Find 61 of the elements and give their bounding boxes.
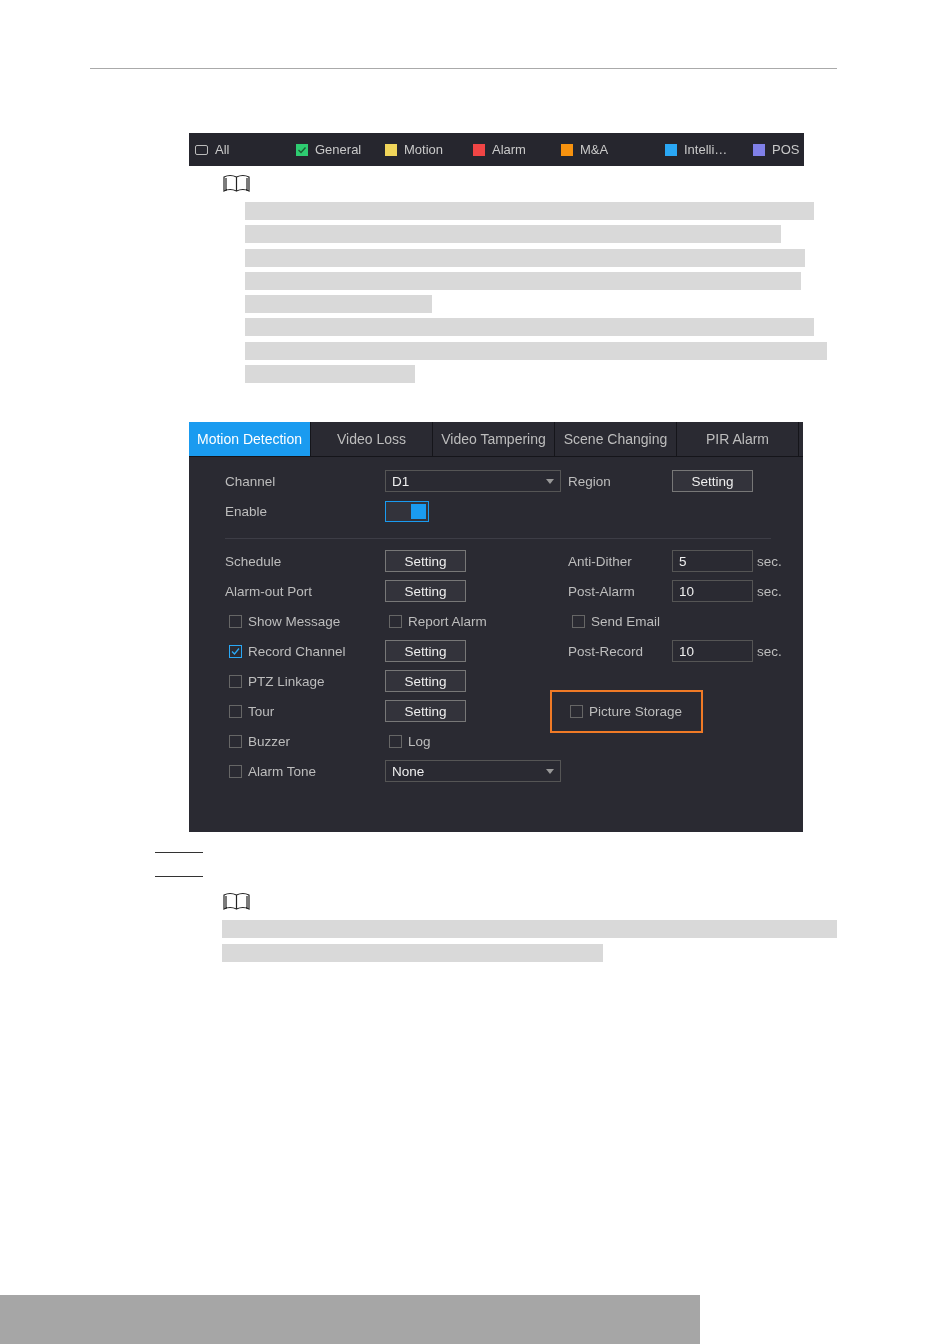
checkbox[interactable] [229, 614, 242, 628]
unit-label: sec. [757, 643, 782, 659]
checkbox-label: Record Channel [248, 643, 346, 659]
input-field[interactable]: 5 [672, 550, 753, 573]
color-swatch[interactable] [561, 143, 573, 156]
checkbox[interactable] [229, 734, 242, 748]
color-swatch[interactable] [385, 143, 397, 156]
checkbox[interactable] [572, 614, 585, 628]
field-label: Channel [225, 473, 277, 489]
color-swatch[interactable] [473, 143, 485, 156]
legend-label: POS [772, 142, 800, 157]
toggle-switch[interactable] [385, 500, 429, 522]
setting-button[interactable]: Setting [672, 470, 753, 493]
checkbox-label: Log [408, 733, 431, 749]
dropdown[interactable]: D1 [385, 470, 561, 493]
checkbox-label: Report Alarm [408, 613, 487, 629]
unit-label: sec. [757, 583, 782, 599]
checkbox-label: Picture Storage [589, 703, 683, 719]
setting-button[interactable]: Setting [385, 670, 466, 693]
color-swatch[interactable] [296, 143, 308, 156]
checkbox-label: Show Message [248, 613, 341, 629]
field-label: Region [568, 473, 612, 489]
legend-label: Motion [404, 142, 444, 157]
field-label: Post-Alarm [568, 583, 636, 599]
setting-button[interactable]: Setting [385, 550, 466, 573]
book-icon [222, 892, 251, 912]
legend-label: M&A [580, 142, 609, 157]
checkbox[interactable] [229, 704, 242, 718]
field-label: Enable [225, 503, 269, 519]
checkbox[interactable] [389, 614, 402, 628]
field-label: Post-Record [568, 643, 645, 659]
color-swatch[interactable] [753, 143, 765, 156]
input-field[interactable]: 10 [672, 640, 753, 663]
field-label: Schedule [225, 553, 283, 569]
checkbox[interactable] [229, 674, 242, 688]
dropdown[interactable]: None [385, 760, 561, 783]
caret-icon [546, 768, 554, 774]
legend-label: Alarm [492, 142, 526, 157]
checkbox[interactable] [229, 764, 242, 778]
setting-button[interactable]: Setting [385, 700, 466, 723]
field-label: Alarm-out Port [225, 583, 314, 599]
checkbox-label: Buzzer [248, 733, 291, 749]
setting-button[interactable]: Setting [385, 580, 466, 603]
input-field[interactable]: 10 [672, 580, 753, 603]
checkbox[interactable] [229, 644, 242, 658]
checkbox-label: PTZ Linkage [248, 673, 325, 689]
book-icon [222, 174, 251, 193]
legend-label: General [315, 142, 362, 157]
field-label: Anti-Dither [568, 553, 633, 569]
checkbox[interactable] [389, 734, 402, 748]
checkbox-label: Send Email [591, 613, 661, 629]
color-swatch[interactable] [665, 143, 677, 156]
all-icon [195, 144, 208, 155]
caret-icon [546, 478, 554, 484]
checkbox[interactable] [570, 704, 583, 718]
checkbox-label: Alarm Tone [248, 763, 317, 779]
legend-label: All [215, 142, 230, 157]
legend-label: Intelli… [684, 142, 728, 157]
unit-label: sec. [757, 553, 782, 569]
checkbox-label: Tour [248, 703, 275, 719]
setting-button[interactable]: Setting [385, 640, 466, 663]
